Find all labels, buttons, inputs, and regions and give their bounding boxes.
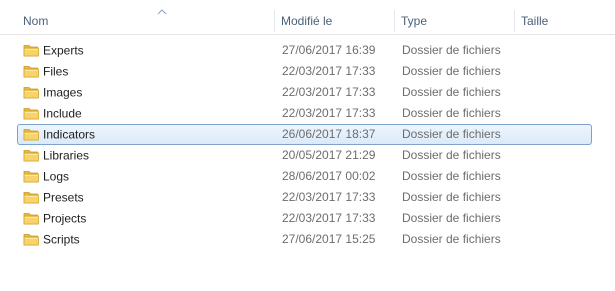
item-type: Dossier de fichiers: [402, 190, 501, 204]
column-header-name[interactable]: Nom: [17, 8, 275, 34]
folder-icon: [23, 105, 39, 121]
folder-icon: [23, 147, 39, 163]
item-size: [522, 104, 592, 123]
file-list-view: Nom Modifié le Type Taille Experts 27/06/…: [0, 0, 615, 291]
folder-row[interactable]: Libraries 20/05/2017 21:29 Dossier de fich…: [17, 145, 592, 166]
modified-date: 27/06/2017 15:25: [282, 232, 376, 246]
folder-row[interactable]: Indicators 26/06/2017 18:37 Dossier de fic…: [17, 124, 592, 145]
folder-name-cell: Libraries: [23, 146, 273, 165]
folder-name: Include: [43, 106, 82, 121]
sort-ascending-icon: [157, 9, 167, 15]
item-type: Dossier de fichiers: [402, 64, 501, 78]
folder-name-cell: Presets: [23, 188, 273, 207]
folder-name: Scripts: [43, 232, 80, 247]
folder-icon: [23, 84, 39, 100]
column-header-size-label: Taille: [521, 14, 549, 28]
file-list: Experts 27/06/2017 16:39 Dossier de fichie…: [0, 40, 615, 250]
item-type: Dossier de fichiers: [402, 211, 501, 225]
folder-icon: [23, 168, 39, 184]
modified-date: 22/03/2017 17:33: [282, 85, 376, 99]
modified-date: 22/03/2017 17:33: [282, 211, 376, 225]
modified-date: 22/03/2017 17:33: [282, 106, 376, 120]
folder-name: Files: [43, 64, 69, 79]
folder-name-cell: Scripts: [23, 230, 273, 249]
item-type: Dossier de fichiers: [402, 232, 501, 246]
folder-name-cell: Projects: [23, 209, 273, 228]
folder-row[interactable]: Logs 28/06/2017 00:02 Dossier de fichiers: [17, 166, 592, 187]
item-size: [522, 188, 592, 207]
folder-icon: [23, 210, 39, 226]
folder-row[interactable]: Presets 22/03/2017 17:33 Dossier de fichie…: [17, 187, 592, 208]
folder-name: Logs: [43, 169, 70, 184]
item-size: [522, 83, 592, 102]
modified-date: 22/03/2017 17:33: [282, 190, 376, 204]
item-size: [522, 62, 592, 81]
folder-name: Libraries: [43, 148, 90, 163]
folder-name-cell: Include: [23, 104, 273, 123]
folder-name-cell: Images: [23, 83, 273, 102]
item-size: [522, 146, 592, 165]
folder-name-cell: Files: [23, 62, 273, 81]
item-type: Dossier de fichiers: [402, 106, 501, 120]
item-size: [522, 41, 592, 60]
folder-icon: [23, 126, 39, 142]
column-header-size[interactable]: Taille: [515, 8, 615, 34]
column-header-bar: Nom Modifié le Type Taille: [0, 8, 615, 35]
folder-name: Indicators: [43, 127, 96, 142]
folder-name-cell: Logs: [23, 167, 273, 186]
item-type: Dossier de fichiers: [402, 148, 501, 162]
item-type: Dossier de fichiers: [402, 43, 501, 57]
column-header-name-label: Nom: [23, 14, 49, 28]
folder-row[interactable]: Experts 27/06/2017 16:39 Dossier de fichie…: [17, 40, 592, 61]
folder-row[interactable]: Scripts 27/06/2017 15:25 Dossier de fichie…: [17, 229, 592, 250]
item-size: [522, 230, 592, 249]
folder-name: Experts: [43, 43, 84, 58]
item-type: Dossier de fichiers: [402, 169, 501, 183]
folder-name: Projects: [43, 211, 87, 226]
folder-name: Images: [43, 85, 83, 100]
folder-name: Presets: [43, 190, 84, 205]
folder-icon: [23, 189, 39, 205]
modified-date: 20/05/2017 21:29: [282, 148, 376, 162]
folder-icon: [23, 231, 39, 247]
item-type: Dossier de fichiers: [402, 127, 501, 141]
item-size: [522, 167, 592, 186]
column-header-modified-label: Modifié le: [281, 14, 333, 28]
folder-row[interactable]: Files 22/03/2017 17:33 Dossier de fichiers: [17, 61, 592, 82]
folder-name-cell: Indicators: [23, 125, 273, 144]
item-size: [522, 209, 592, 228]
folder-row[interactable]: Include 22/03/2017 17:33 Dossier de fichie…: [17, 103, 592, 124]
item-type: Dossier de fichiers: [402, 85, 501, 99]
modified-date: 26/06/2017 18:37: [282, 127, 376, 141]
folder-icon: [23, 63, 39, 79]
modified-date: 22/03/2017 17:33: [282, 64, 376, 78]
modified-date: 27/06/2017 16:39: [282, 43, 376, 57]
folder-name-cell: Experts: [23, 41, 273, 60]
column-header-type-label: Type: [401, 14, 428, 28]
folder-icon: [23, 42, 39, 58]
folder-row[interactable]: Projects 22/03/2017 17:33 Dossier de fichi…: [17, 208, 592, 229]
column-header-type[interactable]: Type: [395, 8, 515, 34]
item-size: [522, 125, 592, 144]
column-header-modified[interactable]: Modifié le: [275, 8, 395, 34]
modified-date: 28/06/2017 00:02: [282, 169, 376, 183]
folder-row[interactable]: Images 22/03/2017 17:33 Dossier de fichier…: [17, 82, 592, 103]
